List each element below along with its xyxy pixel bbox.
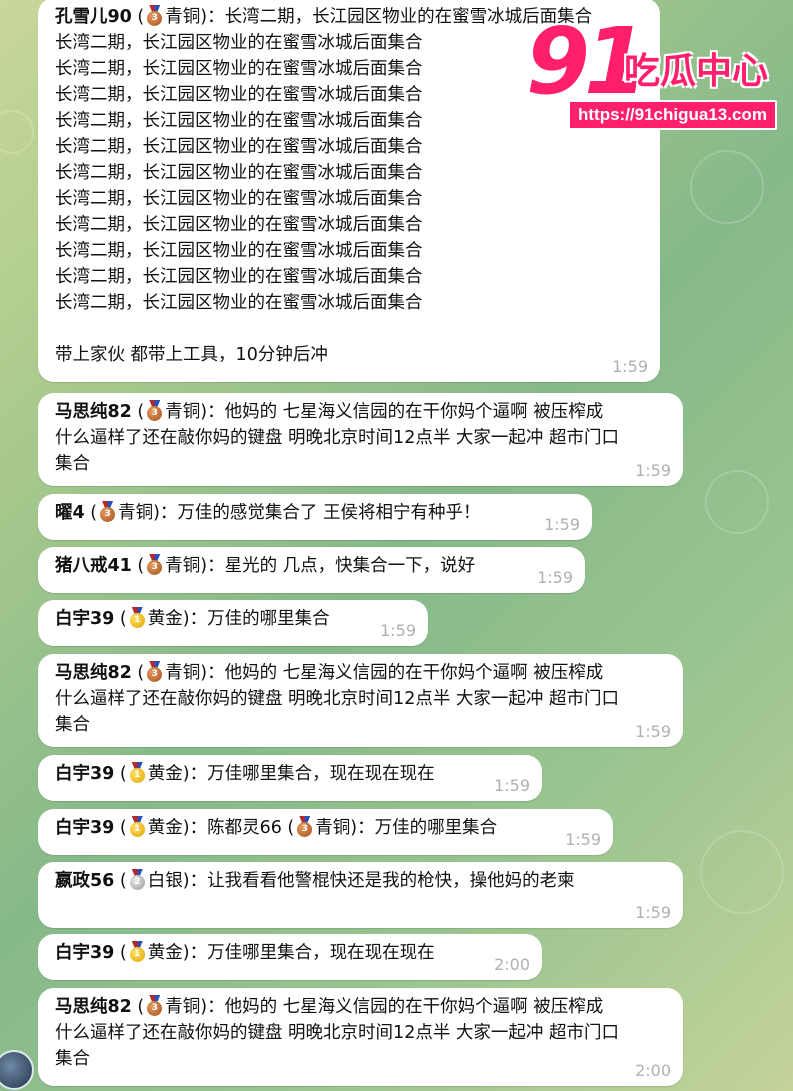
message-line: 长湾二期，长江园区物业的在蜜雪冰城后面集合 xyxy=(55,293,423,313)
message-line: 集合 xyxy=(55,454,90,474)
message-line: 集合 xyxy=(55,715,90,735)
message-line: 长湾二期，长江园区物业的在蜜雪冰城后面集合 xyxy=(55,215,423,235)
sender-name[interactable]: 白宇39 xyxy=(55,764,114,784)
rank-label: 青铜 xyxy=(165,402,201,422)
rank-label: 白银 xyxy=(147,871,183,891)
message-time: 1:59 xyxy=(635,722,671,741)
message-time: 2:00 xyxy=(635,1061,671,1080)
message-bubble[interactable]: 白宇39 (1 黄金)：万佳哪里集合，现在现在现在 2:00 xyxy=(38,934,542,980)
message-time: 1:59 xyxy=(544,515,580,534)
rank-label: 青铜 xyxy=(118,503,154,523)
bronze-medal-icon: 3 xyxy=(146,995,163,1016)
message-line: 长湾二期，长江园区物业的在蜜雪冰城后面集合 xyxy=(55,241,423,261)
chat-message-list[interactable]: 孔雪儿90 (3 青铜)：长湾二期，长江园区物业的在蜜雪冰城后面集合 长湾二期，长… xyxy=(0,0,793,1091)
message-text: 让我看看他警棍快还是我的枪快，操他妈的老柬 xyxy=(207,871,575,891)
message-text: 他妈的 七星海义信园的在干你妈个逼啊 被压榨成 xyxy=(224,997,604,1017)
rank-label: 黄金 xyxy=(147,943,183,963)
bronze-medal-icon: 3 xyxy=(146,400,163,421)
message-line: 什么逼样了还在敲你妈的键盘 明晚北京时间12点半 大家一起冲 超市门口 xyxy=(55,428,619,448)
message-text: 万佳哪里集合，现在现在现在 xyxy=(207,943,435,963)
message-line: 集合 xyxy=(55,1049,90,1069)
message-time: 2:00 xyxy=(494,955,530,974)
bronze-medal-icon: 3 xyxy=(146,5,163,26)
message-time: 1:59 xyxy=(494,776,530,795)
message-time: 1:59 xyxy=(612,357,648,376)
message-text: 万佳的感觉集合了 王侯将相宁有种乎！ xyxy=(177,503,481,523)
quoted-name: 陈都灵66 xyxy=(207,818,282,838)
message-bubble[interactable]: 白宇39 (1 黄金)：陈都灵66 (3 青铜)：万佳的哪里集合 1:59 xyxy=(38,809,613,855)
sender-name[interactable]: 猪八戒41 xyxy=(55,556,132,576)
message-text: 他妈的 七星海义信园的在干你妈个逼啊 被压榨成 xyxy=(224,663,604,683)
watermark-url: https://91chigua13.com xyxy=(568,100,777,130)
bronze-medal-icon: 3 xyxy=(99,501,116,522)
bronze-medal-icon: 3 xyxy=(146,661,163,682)
bronze-medal-icon: 3 xyxy=(146,554,163,575)
message-bubble[interactable]: 曜4 (3 青铜)：万佳的感觉集合了 王侯将相宁有种乎！ 1:59 xyxy=(38,494,592,540)
message-time: 1:59 xyxy=(537,568,573,587)
avatar[interactable] xyxy=(0,1050,34,1090)
message-time: 1:59 xyxy=(635,903,671,922)
silver-medal-icon: 2 xyxy=(129,869,146,890)
message-line: 长湾二期，长江园区物业的在蜜雪冰城后面集合 xyxy=(55,137,423,157)
message-bubble[interactable]: 白宇39 (1 黄金)：万佳的哪里集合 1:59 xyxy=(38,600,428,646)
watermark-logo: 91 吃瓜中心 https://91chigua13.com xyxy=(520,12,790,132)
gold-medal-icon: 1 xyxy=(129,941,146,962)
rank-label: 黄金 xyxy=(147,764,183,784)
rank-label: 青铜 xyxy=(165,7,201,27)
message-bubble[interactable]: 嬴政56 (2 白银)：让我看看他警棍快还是我的枪快，操他妈的老柬 1:59 xyxy=(38,862,683,928)
rank-label: 黄金 xyxy=(147,609,183,629)
gold-medal-icon: 1 xyxy=(129,816,146,837)
message-text: 星光的 几点，快集合一下，说好 xyxy=(224,556,476,576)
sender-name[interactable]: 马思纯82 xyxy=(55,997,132,1017)
message-time: 1:59 xyxy=(380,621,416,640)
message-text: 万佳的哪里集合 xyxy=(374,818,498,838)
message-bubble[interactable]: 猪八戒41 (3 青铜)：星光的 几点，快集合一下，说好 1:59 xyxy=(38,547,585,593)
sender-name[interactable]: 马思纯82 xyxy=(55,402,132,422)
sender-name[interactable]: 白宇39 xyxy=(55,818,114,838)
sender-name[interactable]: 白宇39 xyxy=(55,609,114,629)
message-text: 万佳的哪里集合 xyxy=(207,609,330,629)
rank-label: 青铜 xyxy=(165,663,201,683)
sender-name[interactable]: 孔雪儿90 xyxy=(55,7,132,27)
watermark-brand: 吃瓜中心 xyxy=(624,51,769,92)
bronze-medal-icon: 3 xyxy=(296,816,313,837)
message-bubble[interactable]: 马思纯82 (3 青铜)：他妈的 七星海义信园的在干你妈个逼啊 被压榨成 什么逼样… xyxy=(38,654,683,747)
sender-name[interactable]: 嬴政56 xyxy=(55,871,114,891)
message-line: 什么逼样了还在敲你妈的键盘 明晚北京时间12点半 大家一起冲 超市门口 xyxy=(55,1023,619,1043)
rank-label: 青铜 xyxy=(165,556,201,576)
message-line: 长湾二期，长江园区物业的在蜜雪冰城后面集合 xyxy=(55,267,423,287)
message-text: 万佳哪里集合，现在现在现在 xyxy=(207,764,435,784)
message-bubble[interactable]: 马思纯82 (3 青铜)：他妈的 七星海义信园的在干你妈个逼啊 被压榨成 什么逼样… xyxy=(38,988,683,1086)
sender-name[interactable]: 曜4 xyxy=(55,503,85,523)
message-bubble[interactable]: 白宇39 (1 黄金)：万佳哪里集合，现在现在现在 1:59 xyxy=(38,755,542,801)
message-line: 长湾二期，长江园区物业的在蜜雪冰城后面集合 xyxy=(55,189,423,209)
quoted-rank-label: 青铜 xyxy=(315,818,351,838)
message-bubble[interactable]: 马思纯82 (3 青铜)：他妈的 七星海义信园的在干你妈个逼啊 被压榨成 什么逼样… xyxy=(38,393,683,486)
message-line: 什么逼样了还在敲你妈的键盘 明晚北京时间12点半 大家一起冲 超市门口 xyxy=(55,689,619,709)
sender-name[interactable]: 马思纯82 xyxy=(55,663,132,683)
message-line: 长湾二期，长江园区物业的在蜜雪冰城后面集合 xyxy=(55,163,423,183)
rank-label: 黄金 xyxy=(147,818,183,838)
gold-medal-icon: 1 xyxy=(129,762,146,783)
rank-label: 青铜 xyxy=(165,997,201,1017)
message-time: 1:59 xyxy=(635,461,671,480)
message-line-blank xyxy=(55,316,644,342)
message-time: 1:59 xyxy=(565,830,601,849)
message-line: 带上家伙 都带上工具，10分钟后冲 xyxy=(55,345,328,365)
message-text: 他妈的 七星海义信园的在干你妈个逼啊 被压榨成 xyxy=(224,402,604,422)
sender-name[interactable]: 白宇39 xyxy=(55,943,114,963)
gold-medal-icon: 1 xyxy=(129,607,146,628)
